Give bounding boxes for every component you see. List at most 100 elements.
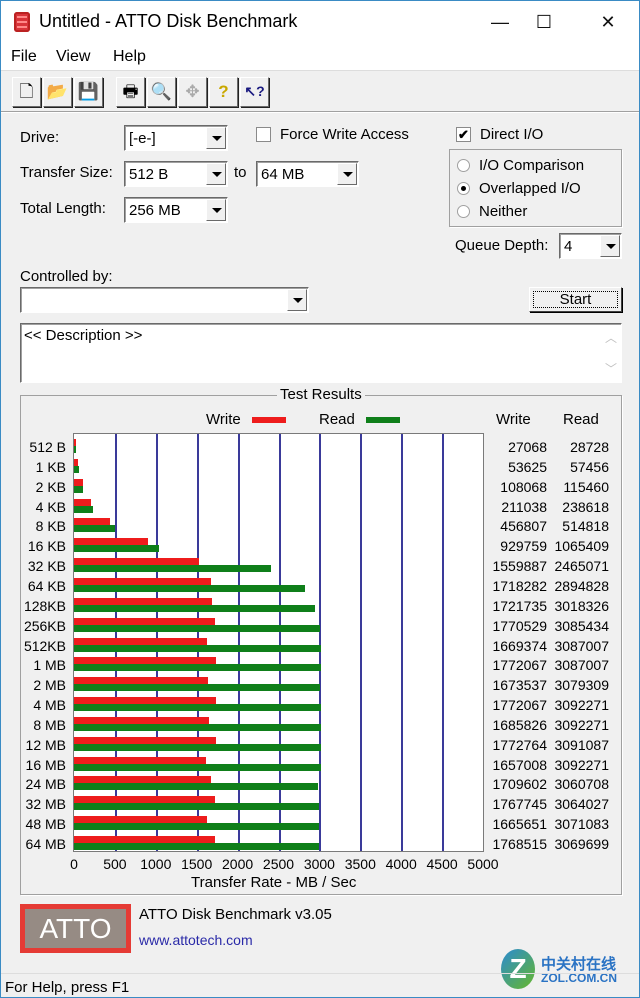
write-bar (74, 498, 91, 506)
x-tick-label: 500 (103, 856, 127, 872)
x-tick-label: 3500 (344, 856, 376, 872)
row-label: 8 KB (35, 518, 66, 535)
status-bar: For Help, press F1 (1, 973, 639, 998)
total-length-select[interactable]: 256 MB (124, 197, 228, 223)
menu-help[interactable]: Help (113, 48, 146, 66)
write-bar (74, 836, 216, 843)
read-value: 3079309 (554, 677, 609, 694)
write-bar (74, 677, 208, 685)
row-label: 2 MB (33, 677, 66, 694)
write-value: 456807 (500, 518, 547, 535)
print-button[interactable]: 🖶 (116, 77, 145, 107)
new-file-button[interactable]: 🗋 (12, 77, 41, 107)
x-tick-label: 2500 (262, 856, 295, 872)
chevron-down-icon[interactable] (206, 127, 226, 149)
menu-file[interactable]: File (11, 48, 37, 66)
transfer-to-value: 64 MB (261, 166, 305, 183)
chevron-down-icon[interactable] (600, 235, 620, 257)
start-button[interactable]: Start (529, 287, 622, 312)
scroll-up-icon[interactable]: ︿ (602, 329, 620, 346)
io-comparison-radio[interactable] (457, 159, 470, 172)
read-value: 1065409 (554, 538, 609, 555)
chevron-down-icon[interactable] (337, 163, 357, 185)
x-tick-label: 1500 (181, 856, 213, 872)
drive-select[interactable]: [-e-] (124, 125, 228, 151)
read-bar (74, 505, 94, 513)
queue-depth-select[interactable]: 4 (559, 233, 622, 259)
chevron-down-icon[interactable] (206, 199, 226, 221)
row-label: 4 MB (33, 697, 66, 714)
read-bar (74, 465, 79, 473)
write-value: 1669374 (492, 637, 547, 654)
grid-line (360, 434, 363, 851)
read-bar (74, 604, 316, 612)
minimize-button[interactable]: — (477, 7, 523, 37)
help-button[interactable]: ? (209, 77, 238, 107)
row-label: 48 MB (25, 816, 66, 833)
legend-read-swatch (366, 417, 400, 423)
new-file-icon: 🗋 (19, 82, 34, 101)
row-label: 2 KB (35, 478, 66, 495)
scrollbar[interactable]: ︿ ﹀ (602, 325, 620, 381)
start-label: Start (533, 291, 618, 308)
read-value: 3092271 (554, 716, 609, 733)
transfer-size-to-select[interactable]: 64 MB (256, 161, 359, 187)
print-preview-button[interactable]: 🔍 (147, 77, 176, 107)
website-link[interactable]: www.attotech.com (139, 932, 253, 948)
context-help-button[interactable]: ↖? (240, 77, 269, 107)
read-bar (74, 644, 321, 652)
write-value: 1772764 (492, 736, 547, 753)
menu-view[interactable]: View (56, 48, 90, 66)
chevron-down-icon[interactable] (206, 163, 226, 185)
write-bar (74, 716, 209, 724)
neither-radio[interactable] (457, 205, 470, 218)
x-tick-label: 2000 (222, 856, 254, 872)
read-bar (74, 803, 319, 811)
grid-line (442, 434, 445, 851)
read-column-header: Read (563, 411, 599, 428)
controlled-by-select[interactable] (20, 287, 309, 313)
write-value: 1709602 (492, 776, 547, 793)
write-value: 211038 (501, 498, 547, 515)
overlapped-io-radio[interactable] (457, 182, 470, 195)
neither-label: Neither (479, 203, 528, 220)
drive-label: Drive: (20, 129, 60, 146)
write-value: 1770529 (492, 617, 547, 634)
read-bar (74, 843, 320, 850)
transfer-size-from-select[interactable]: 512 B (124, 161, 228, 187)
read-bar (74, 723, 322, 731)
maximize-button[interactable]: ☐ (521, 7, 567, 37)
write-value: 1665651 (492, 816, 547, 833)
row-label: 256KB (23, 617, 66, 634)
io-comparison-label: I/O Comparison (479, 157, 585, 174)
write-bar (74, 756, 207, 764)
row-label: 64 MB (25, 836, 66, 852)
read-value: 3064027 (554, 796, 609, 813)
force-write-checkbox[interactable] (256, 127, 271, 142)
scroll-down-icon[interactable]: ﹀ (602, 360, 620, 377)
row-label: 16 KB (27, 538, 66, 555)
row-label: 512KB (23, 637, 66, 654)
move-button[interactable]: ✥ (178, 77, 207, 107)
write-bar (74, 597, 212, 605)
transfer-size-label: Transfer Size: (20, 164, 113, 181)
move-icon: ✥ (185, 82, 200, 101)
chevron-down-icon[interactable] (287, 289, 307, 311)
description-textarea[interactable]: << Description >> ︿ ﹀ (20, 323, 622, 383)
save-icon: 💾 (77, 82, 100, 101)
x-tick-label: 0 (70, 856, 78, 872)
read-bar (74, 664, 321, 672)
row-label: 128KB (23, 597, 66, 614)
read-value: 3087007 (554, 637, 609, 654)
close-button[interactable]: ✕ (585, 7, 631, 37)
save-button[interactable]: 💾 (74, 77, 103, 107)
row-label: 16 MB (25, 756, 66, 773)
x-tick-label: 4500 (426, 856, 458, 872)
write-bar (74, 558, 199, 566)
queue-depth-label: Queue Depth: (455, 237, 549, 254)
read-value: 3085434 (554, 617, 609, 634)
read-value: 115460 (563, 478, 609, 495)
open-button[interactable]: 📂 (43, 77, 72, 107)
force-write-label: Force Write Access (280, 126, 409, 143)
direct-io-checkbox[interactable]: ✔ (456, 127, 471, 142)
